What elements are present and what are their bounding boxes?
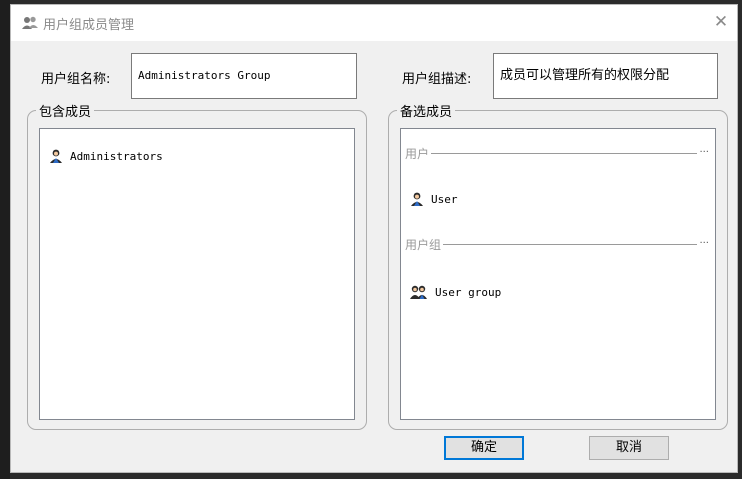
list-item[interactable]: Administrators xyxy=(48,148,163,164)
dialog-window: 用户组成员管理 ✕ 用户组名称: Administrators Group 用户… xyxy=(10,4,738,473)
user-group-icon xyxy=(22,16,38,29)
close-icon: ✕ xyxy=(713,12,729,32)
more-icon: ··· xyxy=(699,238,709,249)
candidates-groupbox: 备选成员 用户 ··· User 用户组 ··· User group xyxy=(388,101,728,430)
group-desc-field[interactable]: 成员可以管理所有的权限分配 xyxy=(493,53,718,99)
group-desc-label: 用户组描述: xyxy=(402,72,472,87)
members-legend: 包含成员 xyxy=(36,101,95,120)
close-button[interactable]: ✕ xyxy=(707,8,735,36)
cancel-button[interactable]: 取消 xyxy=(589,436,669,460)
user-group-icon xyxy=(410,285,427,299)
candidate-user-label: User xyxy=(431,192,458,206)
members-groupbox: 包含成员 Administrators xyxy=(27,101,367,430)
member-label: Administrators xyxy=(70,149,163,163)
list-item[interactable]: User group xyxy=(409,284,501,300)
section-divider xyxy=(431,152,698,154)
user-icon xyxy=(50,149,62,163)
more-icon: ··· xyxy=(699,147,709,158)
title-bar: 用户组成员管理 ✕ xyxy=(11,5,737,41)
candidates-legend: 备选成员 xyxy=(397,101,456,120)
groups-section-header: 用户组 ··· xyxy=(405,237,709,252)
background-window xyxy=(0,0,10,479)
groups-header-label: 用户组 xyxy=(405,237,442,252)
candidate-group-label: User group xyxy=(435,285,502,299)
ok-button[interactable]: 确定 xyxy=(444,436,524,460)
group-name-label: 用户组名称: xyxy=(41,72,111,87)
users-section-header: 用户 ··· xyxy=(405,146,709,161)
user-icon xyxy=(411,192,423,206)
members-list[interactable]: Administrators xyxy=(39,128,355,420)
group-name-field[interactable]: Administrators Group xyxy=(131,53,357,99)
list-item[interactable]: User xyxy=(409,191,458,207)
section-divider xyxy=(443,243,698,245)
users-header-label: 用户 xyxy=(405,146,430,161)
window-title: 用户组成员管理 xyxy=(43,18,135,33)
candidates-list[interactable]: 用户 ··· User 用户组 ··· User group xyxy=(400,128,716,420)
